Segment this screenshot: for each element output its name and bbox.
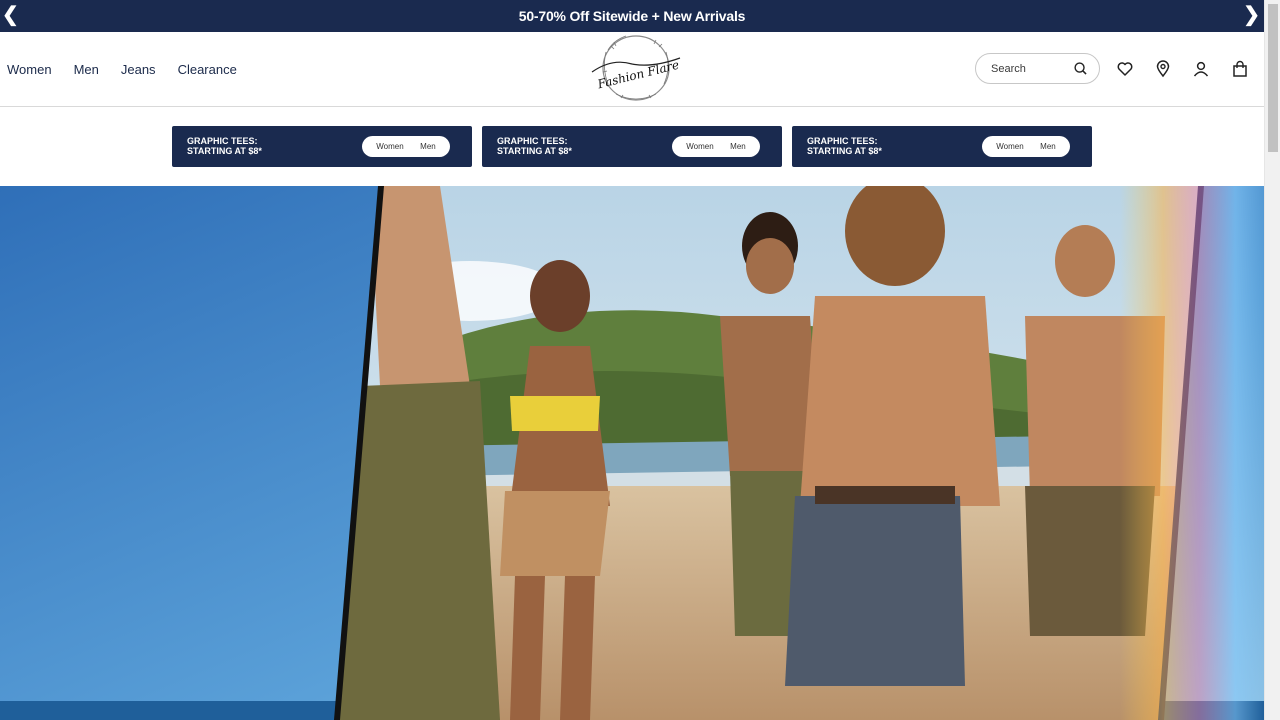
search-box[interactable]: Search <box>975 53 1100 84</box>
promo-text: GRAPHIC TEES: STARTING AT $8* <box>497 136 572 156</box>
promo-line-1: GRAPHIC TEES: <box>187 136 258 146</box>
promo-tile-3[interactable]: GRAPHIC TEES: STARTING AT $8* Women Men <box>792 126 1092 167</box>
svg-text:Fashion Flare: Fashion Flare <box>595 58 680 92</box>
promo-line-2: STARTING AT $8* <box>807 146 882 156</box>
page-scrollbar[interactable] <box>1264 0 1280 720</box>
promo-gender-toggle: Women Men <box>982 136 1070 157</box>
main-nav: Women Men Jeans Clearance <box>7 62 259 77</box>
promo-text: GRAPHIC TEES: STARTING AT $8* <box>187 136 262 156</box>
scrollbar-thumb[interactable] <box>1268 4 1278 152</box>
promo-line-2: STARTING AT $8* <box>187 146 262 156</box>
promo-men-link[interactable]: Men <box>730 142 746 151</box>
promo-text: GRAPHIC TEES: STARTING AT $8* <box>807 136 882 156</box>
announcement-text[interactable]: 50-70% Off Sitewide + New Arrivals <box>519 8 746 24</box>
promo-women-link[interactable]: Women <box>996 142 1023 151</box>
promo-tile-2[interactable]: GRAPHIC TEES: STARTING AT $8* Women Men <box>482 126 782 167</box>
shopping-bag-icon[interactable] <box>1231 60 1249 78</box>
nav-item-clearance[interactable]: Clearance <box>178 62 237 77</box>
hero-banner-image[interactable] <box>0 186 1264 720</box>
location-pin-icon[interactable] <box>1154 60 1172 78</box>
brand-logo-graphic: Fashion Flare <box>591 35 680 101</box>
announcement-bar: ❮ 50-70% Off Sitewide + New Arrivals ❯ <box>0 0 1264 32</box>
nav-item-women[interactable]: Women <box>7 62 52 77</box>
search-icon[interactable] <box>1074 62 1087 75</box>
promo-women-link[interactable]: Women <box>376 142 403 151</box>
promo-tile-1[interactable]: GRAPHIC TEES: STARTING AT $8* Women Men <box>172 126 472 167</box>
previous-announcement-arrow-icon[interactable]: ❮ <box>2 4 19 26</box>
nav-item-jeans[interactable]: Jeans <box>121 62 156 77</box>
account-icon[interactable] <box>1192 60 1210 78</box>
brand-logo[interactable]: Fashion Flare <box>586 32 686 104</box>
promo-men-link[interactable]: Men <box>420 142 436 151</box>
promo-men-link[interactable]: Men <box>1040 142 1056 151</box>
promo-line-1: GRAPHIC TEES: <box>497 136 568 146</box>
next-announcement-arrow-icon[interactable]: ❯ <box>1243 4 1260 26</box>
promo-gender-toggle: Women Men <box>362 136 450 157</box>
hero-beach-photo <box>0 186 1264 720</box>
site-header: Women Men Jeans Clearance Fashion Flare … <box>0 32 1264 107</box>
promo-line-2: STARTING AT $8* <box>497 146 572 156</box>
search-input[interactable]: Search <box>991 63 1074 75</box>
nav-item-men[interactable]: Men <box>74 62 99 77</box>
promo-gender-toggle: Women Men <box>672 136 760 157</box>
promo-women-link[interactable]: Women <box>686 142 713 151</box>
heart-icon[interactable] <box>1116 60 1134 78</box>
promo-line-1: GRAPHIC TEES: <box>807 136 878 146</box>
